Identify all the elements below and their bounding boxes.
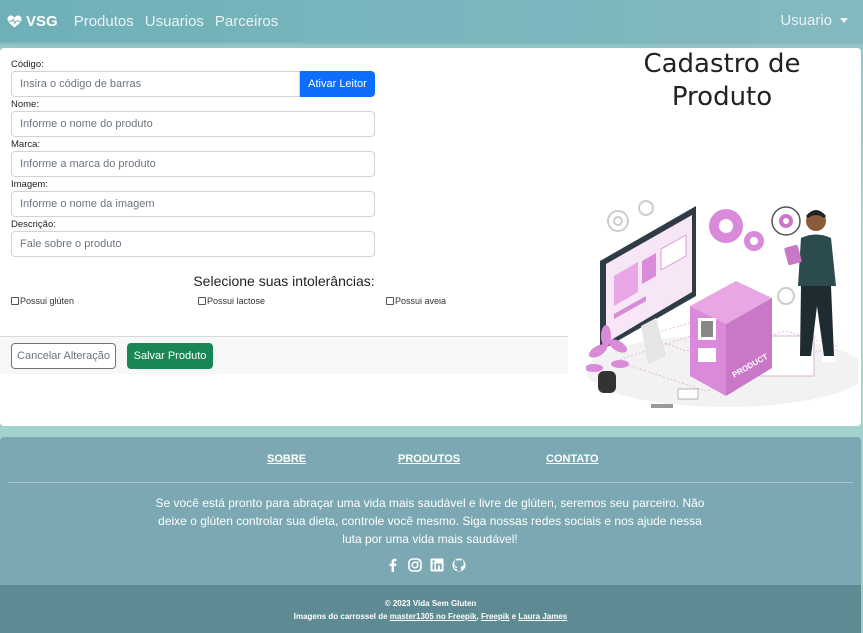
instagram-icon[interactable] <box>408 558 422 572</box>
social-links <box>386 558 474 572</box>
footer-link-sobre[interactable]: SOBRE <box>267 453 306 465</box>
codigo-input[interactable]: Insira o código de barras <box>11 71 300 97</box>
copyright-text: © 2023 Vida Sem Gluten <box>384 599 477 608</box>
footer-text: Se você está pronto para abraçar uma vid… <box>155 496 705 546</box>
ativar-leitor-button[interactable]: Ativar Leitor <box>300 71 375 97</box>
heart-pulse-icon <box>7 14 22 28</box>
cancel-button[interactable]: Cancelar Alteração <box>11 343 116 369</box>
gear-icon <box>709 209 764 251</box>
checkbox-label: Possui glúten <box>20 296 75 306</box>
user-dropdown-label: Usuario <box>780 12 832 29</box>
credits-text: Imagens do carrossel de master1305 no Fr… <box>0 610 861 623</box>
nome-label: Nome: <box>11 99 39 110</box>
imagem-input[interactable]: Informe o nome da imagem <box>11 191 375 217</box>
product-form-card: Código: Insira o código de barras Ativar… <box>0 48 861 426</box>
product-form: Código: Insira o código de barras Ativar… <box>11 58 375 258</box>
checkbox-box[interactable] <box>386 297 394 305</box>
user-dropdown[interactable]: Usuario <box>780 12 848 29</box>
brand-link[interactable]: VSG <box>7 13 58 30</box>
credits-prefix: Imagens do carrossel de <box>293 612 390 621</box>
footer-link-contato[interactable]: CONTATO <box>546 453 599 465</box>
nav-link-usuarios[interactable]: Usuarios <box>145 13 204 30</box>
nav-link-parceiros[interactable]: Parceiros <box>215 13 278 30</box>
footer-link-produtos[interactable]: PRODUTOS <box>398 453 460 465</box>
checkbox-box[interactable] <box>11 297 19 305</box>
checkbox-gluten[interactable]: Possui glúten <box>11 296 74 306</box>
checkbox-aveia[interactable]: Possui aveia <box>386 296 446 306</box>
credit-link-master1305[interactable]: master1305 no Freepik <box>390 612 477 621</box>
checkbox-label: Possui lactose <box>207 296 266 306</box>
facebook-icon[interactable] <box>386 558 400 572</box>
checkbox-box[interactable] <box>198 297 206 305</box>
caret-down-icon <box>840 18 848 23</box>
nome-input[interactable]: Informe o nome do produto <box>11 111 375 137</box>
brand-name: VSG <box>26 12 58 30</box>
page-title-line1: Cadastro de <box>643 49 801 79</box>
linkedin-icon[interactable] <box>430 558 444 572</box>
codigo-label: Código: <box>11 59 44 70</box>
navbar: VSG Produtos Usuarios Parceiros Usuario <box>0 0 863 42</box>
checkbox-lactose[interactable]: Possui lactose <box>198 296 265 306</box>
checkbox-label: Possui aveia <box>395 296 447 306</box>
save-button[interactable]: Salvar Produto <box>127 343 213 369</box>
credits-and: e <box>509 612 519 621</box>
github-icon[interactable] <box>452 558 466 572</box>
credit-link-freepik[interactable]: Freepik <box>481 612 509 621</box>
copyright-bar: © 2023 Vida Sem Gluten Imagens do carros… <box>0 585 861 633</box>
footer-divider <box>8 482 853 483</box>
marca-label: Marca: <box>11 139 41 150</box>
page-title: Cadastro de Produto <box>600 48 844 114</box>
page-title-line2: Produto <box>671 82 773 112</box>
nav-link-produtos[interactable]: Produtos <box>74 13 134 30</box>
credit-link-laura-james[interactable]: Laura James <box>518 612 567 621</box>
descricao-input[interactable]: Fale sobre o produto <box>11 231 375 257</box>
descricao-label: Descrição: <box>11 219 56 230</box>
site-footer: SOBRE PRODUTOS CONTATO Se você está pron… <box>0 437 861 633</box>
form-actions: Cancelar Alteração Salvar Produto <box>0 336 568 374</box>
intolerancias-title: Selecione suas intolerâncias: <box>193 273 375 289</box>
imagem-label: Imagem: <box>11 179 48 190</box>
product-illustration: PRODUCT <box>586 200 858 408</box>
marca-input[interactable]: Informe a marca do produto <box>11 151 375 177</box>
